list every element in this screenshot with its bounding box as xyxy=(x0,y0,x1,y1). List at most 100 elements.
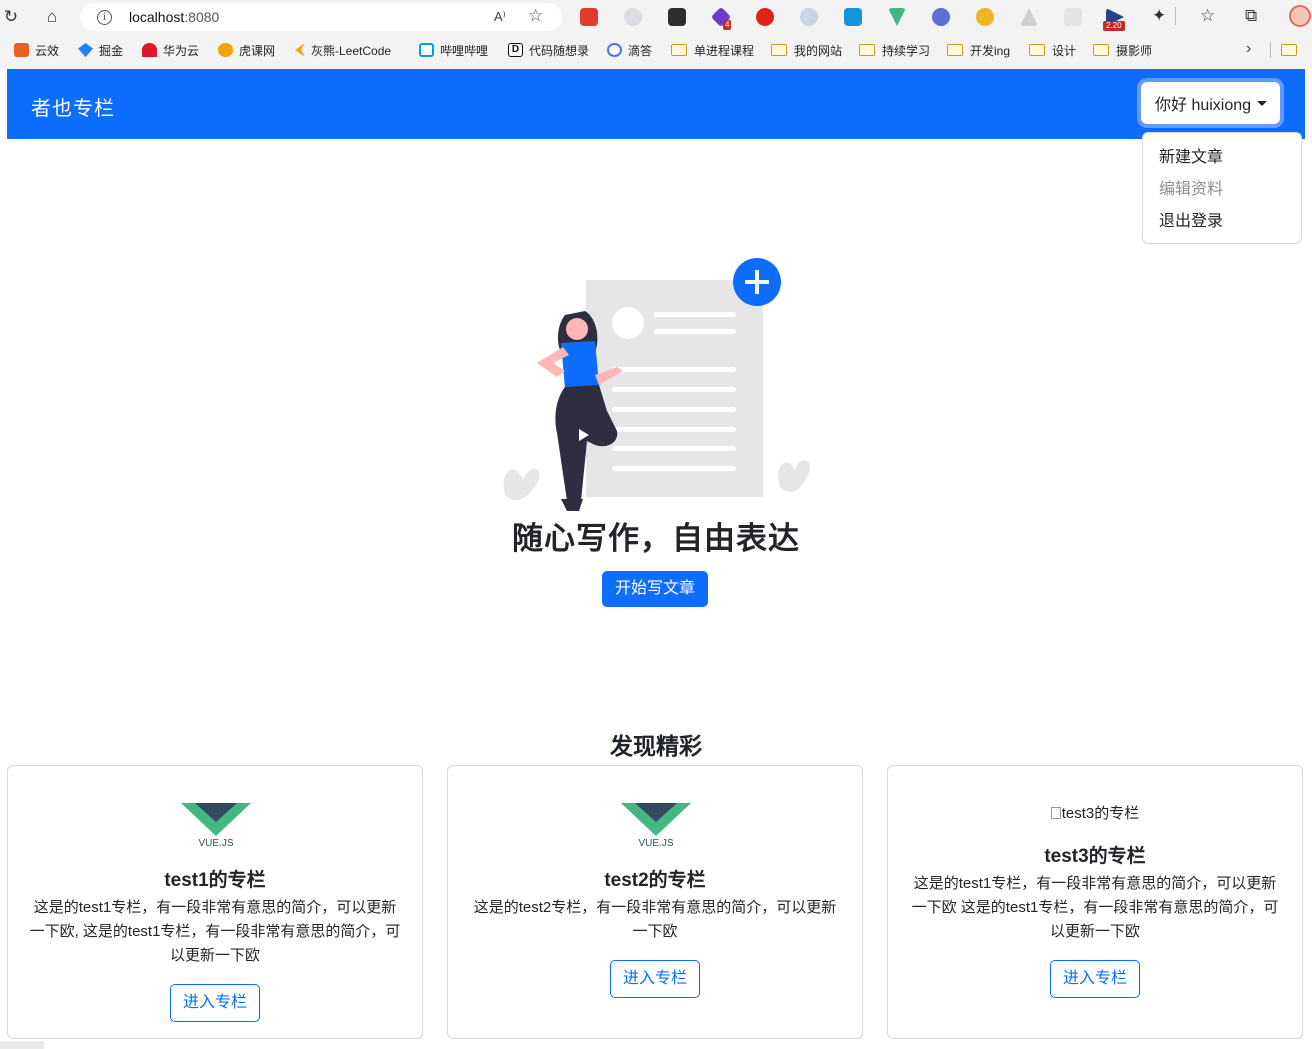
bookmark-item[interactable]: 滴答 xyxy=(607,41,652,59)
column-card: test3的专栏 test3的专栏 这是的test1专栏，有一段非常有意思的简介… xyxy=(887,765,1303,1039)
vue-logo: VUE.JS xyxy=(621,803,691,848)
site-info-icon[interactable]: i xyxy=(97,10,112,25)
extension-opera-icon[interactable] xyxy=(756,8,774,26)
column-description: 这是的test2专栏，有一段非常有意思的简介，可以更新一下欧 xyxy=(473,899,837,940)
collections-icon[interactable]: ⧉ xyxy=(1245,6,1257,26)
extension-version-badge: 2.20 xyxy=(1103,21,1125,31)
app-navbar: 者也专栏 你好 huixiong xyxy=(7,69,1305,139)
user-greeting: 你好 huixiong xyxy=(1155,97,1252,114)
broken-image-alt-text: test3的专栏 xyxy=(1061,805,1140,822)
start-writing-button[interactable]: 开始写文章 xyxy=(602,571,708,607)
add-favorite-icon[interactable]: ☆ xyxy=(528,6,543,26)
column-title: test1的专栏 xyxy=(164,870,266,891)
bookmark-label: 华为云 xyxy=(163,43,200,58)
menu-item-edit-profile[interactable]: 编辑资料 xyxy=(1143,174,1301,206)
profile-avatar[interactable] xyxy=(1289,5,1311,27)
bookmark-label: 单进程课程 xyxy=(694,43,755,58)
extensions-puzzle-icon[interactable]: ✦ xyxy=(1152,6,1166,26)
huawei-icon xyxy=(142,43,157,57)
folder-icon xyxy=(771,44,787,56)
url-port: :8080 xyxy=(184,9,220,25)
bilibili-icon xyxy=(419,43,434,57)
url-host: localhost xyxy=(129,9,185,25)
column-title: test3的专栏 xyxy=(1044,846,1146,867)
juejin-icon xyxy=(78,43,93,57)
status-corner xyxy=(0,1041,44,1049)
bookmark-label: 掘金 xyxy=(99,43,124,58)
folder-icon xyxy=(671,44,687,56)
address-url[interactable]: localhost:8080 xyxy=(129,9,219,25)
column-title: test2的专栏 xyxy=(604,870,706,891)
bookmark-folder[interactable]: 开发ing xyxy=(947,41,1010,59)
vue-logo-text: VUE.JS xyxy=(638,838,673,848)
reload-icon[interactable]: ↻ xyxy=(0,6,22,28)
vue-logo-text: VUE.JS xyxy=(198,838,233,848)
bookmark-folder[interactable]: 持续学习 xyxy=(859,41,930,59)
leetcode-icon xyxy=(295,43,305,57)
folder-icon xyxy=(947,44,963,56)
favorites-icon[interactable]: ☆ xyxy=(1200,6,1215,26)
column-description: 这是的test1专栏，有一段非常有意思的简介，可以更新一下欧, 这是的test1… xyxy=(29,899,401,964)
bookmarks-divider xyxy=(1270,42,1271,58)
folder-icon xyxy=(1029,44,1045,56)
extension-orange-icon[interactable] xyxy=(976,8,994,26)
bookmark-label: 我的网站 xyxy=(794,43,843,58)
bookmark-label: 灰熊-LeetCode xyxy=(311,43,392,58)
enter-column-button[interactable]: 进入专栏 xyxy=(1050,960,1140,998)
bookmark-folder[interactable]: 我的网站 xyxy=(771,41,842,59)
bookmark-label: 滴答 xyxy=(628,43,653,58)
bookmark-label: 云效 xyxy=(35,43,60,58)
bookmark-label: 开发ing xyxy=(970,43,1011,58)
menu-item-logout[interactable]: 退出登录 xyxy=(1143,206,1301,238)
dida-icon xyxy=(607,43,622,57)
writing-illustration xyxy=(503,258,811,511)
bookmark-item[interactable]: 哔哩哔哩 xyxy=(419,41,488,59)
folder-icon xyxy=(1093,44,1109,56)
caret-down-icon xyxy=(1257,100,1268,106)
bookmark-label: 代码随想录 xyxy=(529,43,590,58)
enter-column-button[interactable]: 进入专栏 xyxy=(610,960,700,998)
column-description: 这是的test1专栏，有一段非常有意思的简介，可以更新一下欧 这是的test1专… xyxy=(911,875,1279,940)
toolbar-divider xyxy=(1175,7,1176,25)
extension-capture-icon[interactable] xyxy=(624,8,642,26)
menu-item-new-article[interactable]: 新建文章 xyxy=(1143,142,1301,174)
vue-logo: VUE.JS xyxy=(181,803,251,848)
bookmark-item[interactable]: 灰熊-LeetCode xyxy=(295,41,391,59)
enter-column-button[interactable]: 进入专栏 xyxy=(170,984,260,1022)
bookmark-item[interactable]: 云效 xyxy=(14,41,59,59)
extension-translate-icon[interactable] xyxy=(844,8,862,26)
other-bookmarks-folder[interactable] xyxy=(1281,41,1304,59)
extension-lens-icon[interactable] xyxy=(932,8,950,26)
hero-title: 随心写作，自由表达 xyxy=(512,521,800,556)
bookmark-label: 虎课网 xyxy=(239,43,276,58)
extension-vue-devtools-icon[interactable] xyxy=(888,8,906,26)
address-bar[interactable]: i localhost:8080 A⁾ ☆ xyxy=(80,3,562,31)
user-dropdown-menu: 新建文章 编辑资料 退出登录 xyxy=(1142,132,1302,244)
folder-icon xyxy=(859,44,875,56)
extension-blank-icon[interactable] xyxy=(1064,8,1082,26)
bookmark-item[interactable]: 掘金 xyxy=(78,41,123,59)
bookmark-item[interactable]: D 代码随想录 xyxy=(508,41,589,59)
extension-dots-icon[interactable] xyxy=(668,8,686,26)
bookmark-folder[interactable]: 摄影师 xyxy=(1093,41,1152,59)
bookmark-folder[interactable]: 单进程课程 xyxy=(671,41,754,59)
bookmark-label: 摄影师 xyxy=(1116,43,1153,58)
yunxiao-icon xyxy=(14,43,29,57)
bookmark-label: 持续学习 xyxy=(882,43,931,58)
extension-triangle-icon[interactable] xyxy=(1020,8,1038,26)
bookmark-label: 哔哩哔哩 xyxy=(440,43,489,58)
discover-section-title: 发现精彩 xyxy=(610,733,702,759)
extension-react-icon[interactable] xyxy=(800,8,818,26)
browser-toolbar: ↻ ⌂ i localhost:8080 A⁾ ☆ 4 2.20 ✦ ☆ ⧉ xyxy=(0,0,1312,35)
extension-fe-icon[interactable] xyxy=(580,8,598,26)
read-aloud-icon[interactable]: A⁾ xyxy=(494,9,506,25)
bookmark-folder[interactable]: 设计 xyxy=(1029,41,1076,59)
user-dropdown-toggle[interactable]: 你好 huixiong xyxy=(1141,82,1280,124)
home-icon[interactable]: ⌂ xyxy=(41,6,63,28)
bookmark-item[interactable]: 华为云 xyxy=(142,41,199,59)
hukewang-icon xyxy=(218,43,233,57)
bookmarks-overflow-chevron-icon[interactable]: › xyxy=(1246,40,1251,58)
brand-logo[interactable]: 者也专栏 xyxy=(31,92,115,121)
bookmark-item[interactable]: 虎课网 xyxy=(218,41,275,59)
broken-image-alt: test3的专栏 xyxy=(888,802,1302,823)
